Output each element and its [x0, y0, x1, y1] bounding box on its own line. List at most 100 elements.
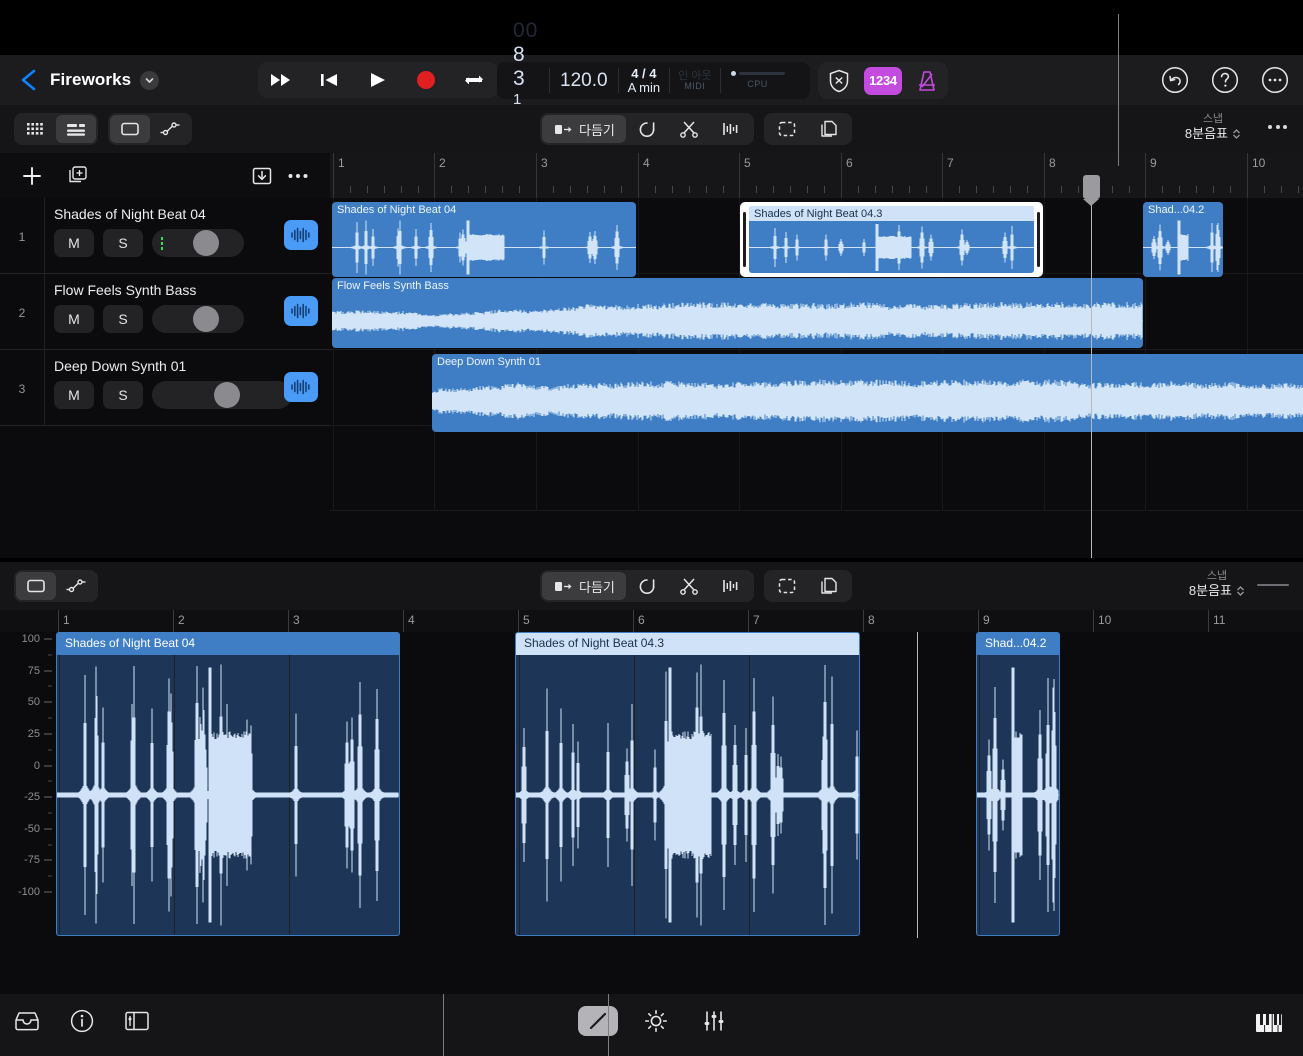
- audio-region[interactable]: Shades of Night Beat 04: [332, 202, 636, 277]
- time-signature-readout[interactable]: 4 / 4 A min: [619, 62, 670, 99]
- track-header[interactable]: 1 Shades of Night Beat 04 M S: [0, 198, 330, 274]
- mute-button[interactable]: M: [54, 229, 94, 257]
- tracks-view-icon[interactable]: [56, 115, 96, 143]
- bottom-left-tools: [14, 1009, 150, 1038]
- metronome-icon[interactable]: [910, 67, 944, 95]
- ruler-tick: [1061, 186, 1062, 193]
- arrange-ruler[interactable]: 1 2 3 4 5 6 7 8 9 10: [330, 153, 1303, 198]
- volume-knob[interactable]: [193, 306, 219, 332]
- trim-label: 다듬기: [579, 122, 615, 138]
- volume-slider[interactable]: [152, 305, 244, 333]
- volume-slider[interactable]: [152, 229, 244, 257]
- track-number: 1: [18, 230, 26, 244]
- trim-button[interactable]: 다듬기: [542, 115, 626, 143]
- loop-button[interactable]: [626, 115, 668, 143]
- position-readout[interactable]: 00 8 3 1 001 1: [497, 19, 549, 142]
- region-waveform: [1143, 218, 1223, 277]
- brightness-tool-icon[interactable]: [636, 1006, 676, 1036]
- editor-ruler[interactable]: 1 2 3 4 5 6 7 8 9 10 11: [0, 610, 1303, 632]
- bar-label: 2: [439, 156, 446, 170]
- editor-bar-label: 5: [523, 613, 530, 627]
- audio-region[interactable]: Deep Down Synth 01: [432, 354, 1303, 432]
- editor-resize-handle[interactable]: [1257, 584, 1289, 586]
- volume-knob[interactable]: [193, 230, 219, 256]
- panel-toggle-icon[interactable]: [124, 1010, 150, 1037]
- editor-split-button[interactable]: [668, 572, 710, 600]
- editor-loop-button[interactable]: [626, 572, 668, 600]
- tempo-readout[interactable]: 120.0: [550, 62, 618, 99]
- ruler-tick: [604, 186, 605, 193]
- duplicate-button[interactable]: [808, 115, 850, 143]
- editor-bar-line: [518, 610, 519, 632]
- volume-slider[interactable]: [152, 381, 292, 409]
- editor-fade-button[interactable]: [710, 572, 752, 600]
- play-icon[interactable]: [361, 65, 395, 95]
- mute-button[interactable]: M: [54, 381, 94, 409]
- editor-audio-region[interactable]: Shades of Night Beat 04.3: [515, 632, 860, 936]
- editor-snap-label: 스냅: [1206, 570, 1228, 582]
- track-icon[interactable]: [284, 296, 318, 326]
- editor-region-name: Shad...04.2: [977, 633, 1059, 655]
- region-resize-handle-left[interactable]: [743, 212, 746, 267]
- add-track-icon[interactable]: [14, 160, 50, 192]
- marquee-button[interactable]: [766, 115, 808, 143]
- playhead[interactable]: [1091, 181, 1092, 558]
- fast-forward-icon[interactable]: [265, 65, 299, 95]
- audio-region[interactable]: Shad...04.2: [1143, 202, 1223, 277]
- midi-caption: MIDI: [684, 80, 706, 91]
- mixer-tool-icon[interactable]: [694, 1006, 734, 1036]
- editor-audio-region[interactable]: Shad...04.2: [976, 632, 1060, 936]
- track-lane[interactable]: [330, 426, 1303, 511]
- audio-region[interactable]: Shades of Night Beat 04.3: [740, 202, 1043, 277]
- library-icon[interactable]: [14, 1010, 40, 1037]
- track-icon[interactable]: [284, 220, 318, 250]
- editor-marquee-button[interactable]: [766, 572, 808, 600]
- bar-label: 1: [338, 156, 345, 170]
- help-icon[interactable]: [1211, 66, 1239, 94]
- editor-playhead[interactable]: [917, 632, 918, 938]
- duplicate-track-icon[interactable]: [60, 160, 96, 192]
- more-icon[interactable]: [1261, 66, 1289, 94]
- playhead-handle[interactable]: [1083, 175, 1100, 206]
- track-header[interactable]: 3 Deep Down Synth 01 M S: [0, 350, 330, 426]
- editor-snap-setting[interactable]: 스냅 8분음표: [1189, 570, 1245, 599]
- editor-canvas[interactable]: 100 75 50 25 0 -25 -50 -75 -100 Shades of Night …: [0, 632, 1303, 938]
- back-button[interactable]: [18, 67, 40, 93]
- chevron-down-icon[interactable]: [140, 70, 160, 90]
- split-button[interactable]: [668, 115, 710, 143]
- volume-knob[interactable]: [214, 382, 240, 408]
- arrange-area[interactable]: 1 2 3 4 5 6 7 8 9 10 Shades of Night Beat 04 Shad…: [330, 153, 1303, 558]
- editor-duplicate-button[interactable]: [808, 572, 850, 600]
- editor-audio-region[interactable]: Shades of Night Beat 04: [56, 632, 400, 936]
- audio-region[interactable]: Flow Feels Synth Bass: [332, 278, 1143, 348]
- automation-tool-icon[interactable]: [150, 115, 190, 143]
- count-in-button[interactable]: 1234: [864, 66, 902, 95]
- solo-button[interactable]: S: [103, 229, 143, 257]
- no-input-icon[interactable]: [822, 67, 856, 95]
- pencil-tool-icon[interactable]: [578, 1006, 618, 1036]
- record-icon[interactable]: [409, 65, 443, 95]
- track-header[interactable]: 2 Flow Feels Synth Bass M S: [0, 274, 330, 350]
- solo-button[interactable]: S: [103, 305, 143, 333]
- cycle-icon[interactable]: [457, 65, 491, 95]
- snap-setting[interactable]: 스냅 8분음표: [1185, 113, 1241, 142]
- grid-view-icon[interactable]: [16, 115, 56, 143]
- mute-button[interactable]: M: [54, 305, 94, 333]
- undo-icon[interactable]: [1161, 66, 1189, 94]
- track-icon[interactable]: [284, 372, 318, 402]
- rewind-to-start-icon[interactable]: [313, 65, 347, 95]
- lcd-display[interactable]: 00 8 3 1 001 1 120.0 4 / 4 A min 인 아웃 MI…: [497, 19, 810, 142]
- ruler-tick: [1281, 186, 1282, 193]
- piano-keyboard-icon[interactable]: [1255, 1012, 1283, 1039]
- import-icon[interactable]: [244, 160, 280, 192]
- fade-button[interactable]: [710, 115, 752, 143]
- editor-automation-tool-icon[interactable]: [56, 572, 96, 600]
- toolbar-more-icon[interactable]: [1268, 125, 1287, 129]
- region-resize-handle-right[interactable]: [1037, 212, 1040, 267]
- editor-region-tool-icon[interactable]: [16, 572, 56, 600]
- track-list-more-icon[interactable]: [280, 160, 316, 192]
- region-tool-icon[interactable]: [110, 115, 150, 143]
- solo-button[interactable]: S: [103, 381, 143, 409]
- editor-trim-button[interactable]: 다듬기: [542, 572, 626, 600]
- info-icon[interactable]: [70, 1009, 94, 1038]
